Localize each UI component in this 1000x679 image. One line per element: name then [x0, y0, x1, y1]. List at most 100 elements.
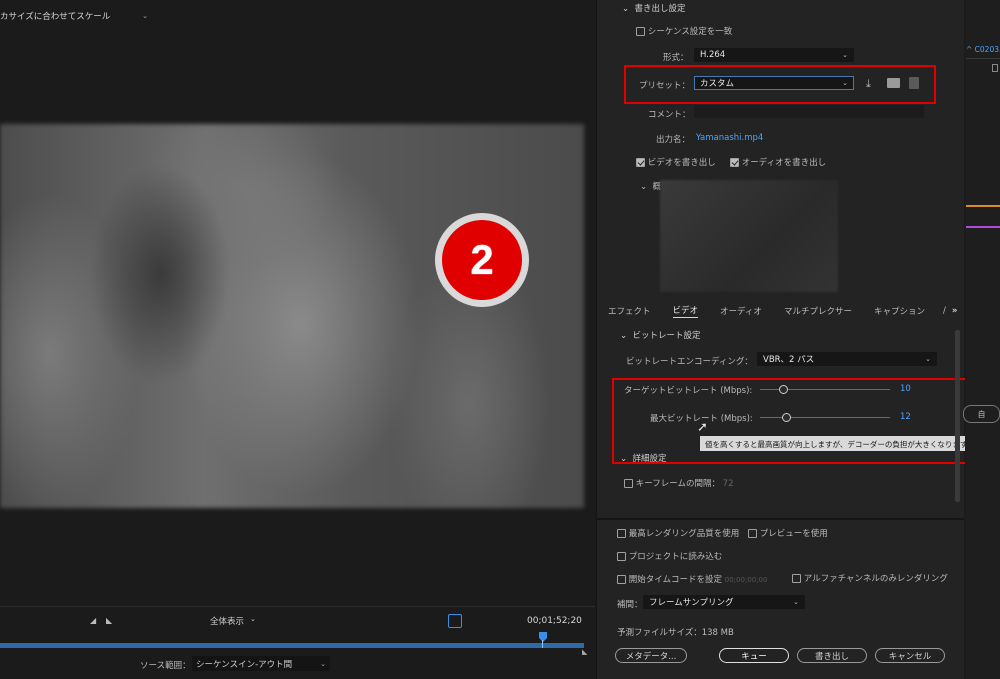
queue-button[interactable]: キュー [719, 648, 789, 663]
preset-select[interactable]: カスタム ⌄ [694, 76, 854, 90]
max-render-row[interactable]: 最高レンダリング品質を使用 [617, 527, 739, 539]
step-badge-number: 2 [442, 220, 522, 300]
interpolation-value: フレームサンプリング [649, 598, 734, 608]
preset-value: カスタム [700, 79, 735, 89]
timecode: 00;01;52;20 [527, 616, 582, 626]
target-bitrate-value[interactable]: 10 [900, 384, 911, 394]
estimated-filesize: 予測ファイルサイズ：138 MB [617, 628, 734, 638]
keyframe-checkbox[interactable] [624, 479, 633, 488]
bitrate-header[interactable]: ⌄ ビットレート設定 [620, 329, 701, 341]
max-bitrate-value[interactable]: 12 [900, 412, 911, 422]
export-video-checkbox[interactable] [636, 158, 645, 167]
start-timecode-value: 00;00;00;00 [724, 576, 768, 584]
scale-select-value: カサイズに合わせてスケール [0, 12, 111, 22]
start-timecode-row[interactable]: 開始タイムコードを設定 00;00;00;00 [617, 573, 767, 585]
max-bitrate-slider[interactable] [760, 417, 890, 418]
purple-keyframe-line [966, 226, 1000, 228]
keyframe-value: 72 [722, 479, 734, 489]
source-range-select[interactable]: シーケンスイン-アウト間 ⌄ [192, 656, 330, 671]
save-preset-icon[interactable]: ⤓ [866, 77, 871, 91]
target-bitrate-label: ターゲットビットレート (Mbps): [624, 386, 753, 396]
step-badge: 2 [435, 213, 529, 307]
delete-preset-icon[interactable] [909, 77, 919, 89]
tab-multiplexer[interactable]: マルチプレクサー [784, 305, 852, 317]
background-panel [965, 0, 1000, 679]
bitrate-encoding-select[interactable]: VBR、2 パス ⌄ [757, 352, 937, 366]
tab-publish[interactable]: / [943, 306, 946, 316]
track-line [966, 58, 1000, 59]
output-name-label: 出力名： [656, 135, 691, 145]
chevron-down-icon: ⌄ [250, 615, 256, 623]
collapse-icon: ⌄ [622, 4, 630, 14]
import-project-checkbox[interactable] [617, 552, 626, 561]
source-range-label: ソース範囲： [140, 661, 191, 671]
format-select[interactable]: H.264 ⌄ [694, 48, 854, 62]
alpha-only-row[interactable]: アルファチャンネルのみレンダリング [792, 572, 948, 584]
aspect-ratio-icon[interactable] [448, 614, 462, 628]
mouse-cursor-icon: ➚ [697, 420, 708, 435]
collapse-icon: ⌄ [620, 454, 628, 464]
settings-tabs: エフェクト ビデオ オーディオ マルチプレクサー キャプション / » [596, 300, 964, 322]
settings-scrollbar[interactable] [955, 330, 960, 502]
source-range-value: シーケンスイン-アウト間 [196, 659, 293, 670]
match-sequence-checkbox[interactable] [636, 27, 645, 36]
tab-effects[interactable]: エフェクト [608, 305, 651, 317]
mark-in-icon[interactable]: ◢ [90, 616, 96, 625]
match-sequence-row[interactable]: シーケンス設定を一致 [636, 25, 732, 37]
bitrate-encoding-value: VBR、2 パス [763, 355, 815, 365]
preset-label: プリセット： [639, 81, 691, 91]
use-preview-label: プレビューを使用 [759, 529, 828, 539]
max-render-label: 最高レンダリング品質を使用 [628, 529, 740, 539]
use-preview-checkbox[interactable] [748, 529, 757, 538]
comment-input[interactable] [694, 105, 924, 118]
zoom-select-value: 全体表示 [210, 617, 245, 627]
format-value: H.264 [700, 50, 726, 60]
cancel-button[interactable]: キャンセル [875, 648, 945, 663]
import-preset-icon[interactable] [887, 78, 900, 88]
scroll-thumb[interactable] [992, 64, 998, 72]
metadata-button[interactable]: メタデータ... [615, 648, 687, 663]
video-preview [0, 124, 584, 508]
use-preview-row[interactable]: プレビューを使用 [748, 527, 828, 539]
divider [596, 518, 964, 520]
match-sequence-label: シーケンス設定を一致 [647, 27, 733, 37]
tab-captions[interactable]: キャプション [874, 305, 925, 317]
tab-video[interactable]: ビデオ [672, 304, 699, 318]
export-video-row[interactable]: ビデオを書き出し [636, 156, 716, 168]
playhead-line [542, 640, 543, 648]
interpolation-select[interactable]: フレームサンプリング ⌄ [643, 595, 805, 609]
tab-audio[interactable]: オーディオ [720, 305, 762, 317]
alpha-only-checkbox[interactable] [792, 574, 801, 583]
max-render-checkbox[interactable] [617, 529, 626, 538]
export-audio-checkbox[interactable] [730, 158, 739, 167]
chevron-down-icon: ⌄ [793, 598, 799, 606]
out-point-marker[interactable]: ◣ [582, 648, 587, 656]
export-settings-title: 書き出し設定 [634, 4, 686, 14]
advanced-header[interactable]: ⌄ 詳細設定 [620, 452, 667, 464]
max-bitrate-knob[interactable] [782, 413, 791, 422]
tooltip: 値を高くすると最高画質が向上しますが、デコーダーの負担が大きくなります。 [700, 436, 992, 451]
more-tabs-icon[interactable]: » [952, 306, 958, 316]
keyframe-label: キーフレームの間隔： [635, 479, 720, 489]
far-right-button[interactable]: 自 [963, 405, 1000, 423]
summary-content-blurred [660, 180, 838, 292]
collapse-icon: ⌄ [640, 182, 648, 192]
chevron-down-icon: ⌄ [925, 355, 931, 363]
export-button[interactable]: 書き出し [797, 648, 867, 663]
output-name-link[interactable]: Yamanashi.mp4 [696, 133, 763, 143]
mark-out-icon[interactable]: ◣ [106, 616, 112, 625]
export-video-label: ビデオを書き出し [647, 158, 716, 168]
start-timecode-checkbox[interactable] [617, 575, 626, 584]
export-audio-label: オーディオを書き出し [741, 158, 827, 168]
scale-select[interactable]: カサイズに合わせてスケール ⌄ [0, 8, 150, 24]
keyframe-row[interactable]: キーフレームの間隔： 72 [624, 477, 733, 489]
zoom-select[interactable]: 全体表示 ⌄ [210, 615, 270, 627]
import-project-row[interactable]: プロジェクトに読み込む [617, 550, 722, 562]
export-audio-row[interactable]: オーディオを書き出し [730, 156, 826, 168]
import-project-label: プロジェクトに読み込む [628, 552, 723, 562]
advanced-title: 詳細設定 [632, 454, 667, 464]
export-settings-header[interactable]: ⌄ 書き出し設定 [622, 2, 686, 14]
orange-keyframe-line [966, 205, 1000, 207]
bitrate-title: ビットレート設定 [632, 331, 701, 341]
timeline-bar[interactable] [0, 643, 584, 648]
